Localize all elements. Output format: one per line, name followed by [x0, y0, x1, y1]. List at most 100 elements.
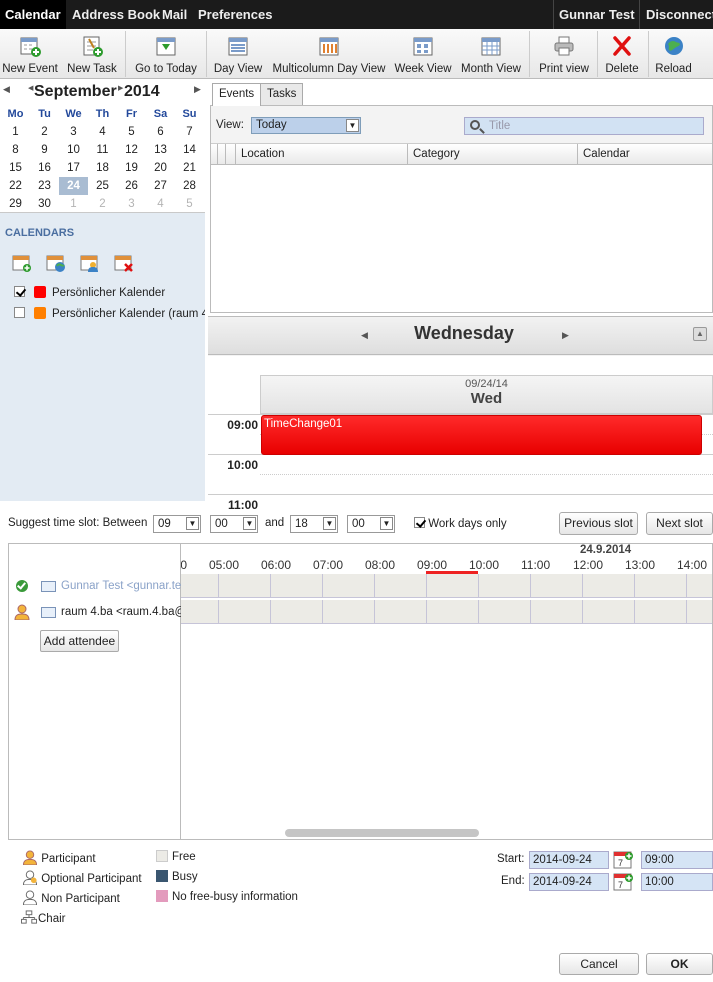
start-date-input[interactable]: 2014-09-24: [529, 851, 609, 869]
from-minute-select[interactable]: 00 ▼: [210, 515, 258, 533]
calendar-item-raum[interactable]: Persönlicher Kalender (raum 4: [14, 305, 205, 323]
mini-calendar-day[interactable]: 10: [59, 141, 88, 159]
calendar-item-personal[interactable]: Persönlicher Kalender: [14, 284, 165, 302]
col-sort-1[interactable]: [217, 144, 225, 165]
mini-calendar-day[interactable]: 14: [175, 141, 204, 159]
freebusy-cell[interactable]: [427, 600, 479, 624]
freebusy-cell[interactable]: [181, 600, 219, 624]
freebusy-cell[interactable]: [531, 600, 583, 624]
mini-calendar-day[interactable]: 26: [117, 177, 146, 195]
freebusy-cell[interactable]: [323, 574, 375, 598]
mini-calendar-day[interactable]: 22: [1, 177, 30, 195]
mini-calendar-day[interactable]: 18: [88, 159, 117, 177]
mini-calendar-day[interactable]: 3: [117, 195, 146, 213]
freebusy-cell[interactable]: [219, 574, 271, 598]
nav-preferences[interactable]: Preferences: [193, 0, 277, 29]
mini-calendar-day[interactable]: 17: [59, 159, 88, 177]
mini-calendar-day[interactable]: 19: [117, 159, 146, 177]
mini-calendar-day[interactable]: 6: [146, 123, 175, 141]
search-input[interactable]: Title: [464, 117, 704, 135]
share-calendar-icon[interactable]: [80, 254, 100, 272]
multicolumn-day-view-button[interactable]: Multicolumn Day View: [269, 29, 389, 79]
go-to-today-button[interactable]: Go to Today: [130, 29, 202, 79]
work-days-check[interactable]: [414, 517, 425, 528]
mini-calendar-day[interactable]: 3: [59, 123, 88, 141]
next-month-small-icon[interactable]: ▶: [118, 84, 123, 92]
col-category[interactable]: Category: [407, 144, 577, 165]
next-day-icon[interactable]: ▶: [562, 330, 569, 341]
mini-calendar-day[interactable]: 15: [1, 159, 30, 177]
mini-calendar-day[interactable]: 29: [1, 195, 30, 213]
col-calendar[interactable]: Calendar: [577, 144, 712, 165]
freebusy-cell[interactable]: [479, 600, 531, 624]
mini-calendar-day[interactable]: 5: [175, 195, 204, 213]
freebusy-cell[interactable]: [687, 600, 712, 624]
freebusy-cell[interactable]: [271, 574, 323, 598]
mini-calendar-day[interactable]: 5: [117, 123, 146, 141]
add-attendee-button[interactable]: Add attendee: [40, 630, 119, 652]
mini-calendar-day[interactable]: 28: [175, 177, 204, 195]
view-select[interactable]: Today ▼: [251, 117, 361, 134]
mini-calendar-day[interactable]: 8: [1, 141, 30, 159]
disconnect-link[interactable]: Disconnect: [641, 0, 713, 29]
mini-calendar-day[interactable]: 20: [146, 159, 175, 177]
nav-mail[interactable]: Mail: [157, 0, 192, 29]
prev-month-small-icon[interactable]: ◀: [28, 84, 33, 92]
freebusy-cell[interactable]: [583, 574, 635, 598]
to-hour-select[interactable]: 18 ▼: [290, 515, 338, 533]
mini-calendar-day[interactable]: 13: [146, 141, 175, 159]
end-time-input[interactable]: 10:00: [641, 873, 713, 891]
attendee-row[interactable]: Gunnar Test <gunnar.test@example.com>: [9, 574, 181, 598]
freebusy-cell[interactable]: [479, 574, 531, 598]
col-location[interactable]: Location: [235, 144, 407, 165]
mini-calendar-day[interactable]: 1: [1, 123, 30, 141]
mini-calendar-day[interactable]: 9: [30, 141, 59, 159]
mini-calendar-year[interactable]: 2014: [124, 83, 160, 101]
from-hour-select[interactable]: 09 ▼: [153, 515, 201, 533]
mini-calendar-day[interactable]: 2: [88, 195, 117, 213]
tab-events[interactable]: Events: [212, 83, 262, 106]
delete-button[interactable]: Delete: [600, 29, 644, 79]
freebusy-cell[interactable]: [635, 600, 687, 624]
attendee-row[interactable]: raum 4.ba <raum.4.ba@example.com>: [9, 600, 181, 624]
calendar-personal-checkbox[interactable]: [14, 286, 25, 297]
new-task-button[interactable]: New Task: [63, 29, 121, 79]
cancel-button[interactable]: Cancel: [559, 953, 639, 975]
freebusy-cell[interactable]: [219, 600, 271, 624]
month-view-button[interactable]: Month View: [457, 29, 525, 79]
week-view-button[interactable]: Week View: [393, 29, 453, 79]
mini-calendar-day[interactable]: 4: [88, 123, 117, 141]
collapse-icon[interactable]: ▲: [693, 327, 707, 341]
new-event-button[interactable]: New Event: [0, 29, 60, 79]
mini-calendar-day[interactable]: 16: [30, 159, 59, 177]
to-minute-select[interactable]: 00 ▼: [347, 515, 395, 533]
freebusy-cell[interactable]: [531, 574, 583, 598]
end-date-input[interactable]: 2014-09-24: [529, 873, 609, 891]
mini-calendar-day[interactable]: 30: [30, 195, 59, 213]
reload-button[interactable]: Reload: [651, 29, 696, 79]
freebusy-cell[interactable]: [635, 574, 687, 598]
nav-address-book[interactable]: Address Book: [67, 0, 165, 29]
mini-calendar-day[interactable]: 1: [59, 195, 88, 213]
horizontal-scrollbar[interactable]: [285, 829, 479, 837]
tab-tasks[interactable]: Tasks: [260, 83, 304, 106]
start-date-picker-icon[interactable]: 7: [613, 850, 634, 869]
col-sort-2[interactable]: [225, 144, 233, 165]
freebusy-cell[interactable]: [375, 600, 427, 624]
work-days-checkbox[interactable]: Work days only: [414, 517, 507, 530]
start-time-input[interactable]: 09:00: [641, 851, 713, 869]
previous-slot-button[interactable]: Previous slot: [559, 512, 638, 535]
ok-button[interactable]: OK: [646, 953, 713, 975]
add-calendar-icon[interactable]: [12, 254, 32, 272]
freebusy-cell[interactable]: [583, 600, 635, 624]
nav-calendar[interactable]: Calendar: [0, 0, 66, 29]
mini-calendar-day[interactable]: 25: [88, 177, 117, 195]
freebusy-cell[interactable]: [375, 574, 427, 598]
mini-calendar-day[interactable]: 7: [175, 123, 204, 141]
delete-calendar-icon[interactable]: [114, 254, 134, 272]
mini-calendar-day[interactable]: 23: [30, 177, 59, 195]
freebusy-cell[interactable]: [687, 574, 712, 598]
freebusy-cell[interactable]: [427, 574, 479, 598]
mini-calendar-day[interactable]: 11: [88, 141, 117, 159]
mini-calendar-day[interactable]: 4: [146, 195, 175, 213]
